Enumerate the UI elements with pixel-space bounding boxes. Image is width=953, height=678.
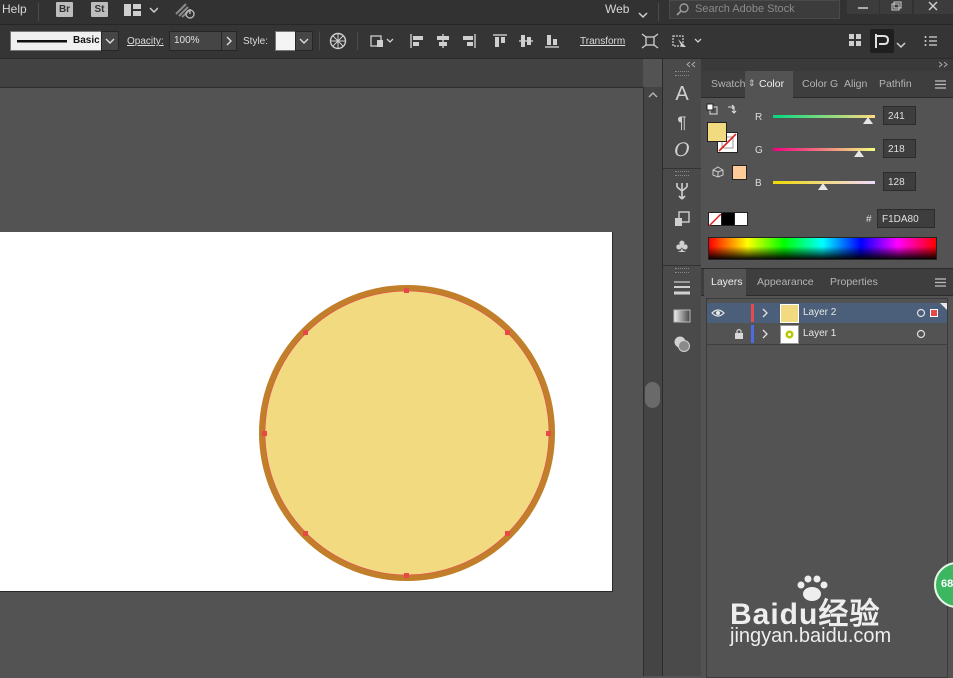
dock-grip[interactable] [675,71,689,76]
layer-name[interactable]: Layer 1 [803,328,836,339]
dock-grip[interactable] [675,268,689,273]
menu-separator [658,3,659,21]
color-panel-tabs: Swatch ⇕ Color Color G Align Pathfin [701,71,953,98]
isolate-object-icon[interactable] [641,33,659,54]
default-colors-icon[interactable] [706,103,718,115]
transparency-panel-icon[interactable] [673,335,691,353]
gradient-panel-icon[interactable] [673,308,691,324]
badge-count: 68 [941,578,953,590]
out-of-web-color-icon[interactable] [712,166,724,178]
tab-color[interactable]: Color [759,78,784,90]
control-menu-icon[interactable] [924,34,938,52]
lock-icon[interactable] [734,328,744,339]
collapse-dock-icon[interactable] [685,61,697,68]
tab-swatches[interactable]: Swatch [711,78,745,90]
restore-button[interactable] [880,0,912,14]
panel-icon-dock: A ¶ O ♣ [662,59,702,676]
anchor-point [546,431,551,436]
scroll-up-icon[interactable] [648,91,658,99]
anchor-point [404,288,409,293]
layer-row-layer-1[interactable]: Layer 1 [707,324,947,345]
layer-name[interactable]: Layer 2 [803,307,836,318]
anchor-point [505,330,510,335]
snap-to-pixel-button[interactable] [870,29,894,53]
r-slider-thumb[interactable] [863,117,873,125]
minimize-button[interactable] [847,0,879,14]
fill-swatch[interactable] [707,122,727,142]
search-icon [676,2,690,22]
g-label: G [755,145,763,156]
g-value-input[interactable]: 218 [883,139,916,158]
anchor-point [262,431,267,436]
target-circle-icon[interactable] [916,329,926,339]
stock-search-input[interactable]: Search Adobe Stock [669,0,840,19]
search-placeholder: Search Adobe Stock [695,3,795,15]
none-color-swatch[interactable] [708,212,722,227]
target-circle-icon[interactable] [916,308,926,318]
corner-indicator-icon [940,303,947,310]
dock-header [701,59,953,71]
layer-thumbnail [780,325,799,344]
panel-menu-icon[interactable] [935,80,946,89]
tab-appearance[interactable]: Appearance [757,276,814,288]
r-value-input[interactable]: 241 [883,106,916,125]
color-spectrum[interactable] [708,237,937,260]
chevron-right-icon[interactable] [761,308,769,318]
vertical-scrollbar[interactable] [643,87,662,676]
anchor-point [303,531,308,536]
dock-grip[interactable] [675,171,689,176]
layer-thumbnail [780,304,799,323]
character-panel-icon[interactable]: A [663,83,701,106]
tab-properties[interactable]: Properties [830,276,878,288]
tab-align[interactable]: Align [844,78,867,90]
artboards-panel-icon[interactable] [673,210,691,228]
chevron-down-icon[interactable] [896,36,906,54]
tab-sort-icon: ⇕ [748,78,756,88]
anchor-point [505,531,510,536]
selected-art-indicator[interactable] [930,309,938,317]
black-color-swatch[interactable] [721,212,735,226]
expand-dock-icon[interactable] [937,61,949,68]
scrollbar-thumb[interactable] [645,382,660,408]
chevron-right-icon[interactable] [761,329,769,339]
web-safe-swatch[interactable] [732,165,747,180]
anchor-point [303,330,308,335]
tab-layers[interactable]: Layers [711,276,743,288]
white-color-swatch[interactable] [734,212,748,226]
layer-color-bar [751,325,754,343]
hex-label: # [866,214,872,225]
stroke-panel-icon[interactable] [673,280,691,296]
b-label: B [755,178,762,189]
baidu-watermark: Baidu经验 jingyan.baidu.com [730,575,891,648]
visibility-eye-icon[interactable] [711,308,725,318]
paragraph-panel-icon[interactable]: ¶ [663,113,701,133]
opentype-panel-icon[interactable]: O [663,139,701,161]
dock-separator [663,265,701,266]
arrange-panels-icon[interactable] [848,33,862,52]
symbols-panel-icon[interactable]: ♣ [663,236,701,258]
layer-row-layer-2[interactable]: Layer 2 [707,303,947,323]
hex-value-input[interactable]: F1DA80 [877,209,935,228]
watermark-brand: Baidu经验 [730,598,881,631]
layer-color-bar [751,304,754,322]
layers-panel-tabs: Layers Appearance Properties [701,268,953,296]
tab-color-guide[interactable]: Color G [802,78,838,90]
g-slider-thumb[interactable] [854,150,864,158]
b-slider-thumb[interactable] [818,183,828,191]
r-label: R [755,112,763,123]
swap-colors-icon[interactable] [726,103,738,115]
r-slider-track[interactable] [773,115,875,118]
puppet-pins-icon[interactable] [673,181,691,201]
puppet-warp-icon[interactable] [671,33,705,54]
panel-menu-icon[interactable] [935,278,946,287]
tab-pathfinder[interactable]: Pathfin [879,78,912,90]
anchor-point [404,573,409,578]
dock-separator [663,168,701,169]
b-value-input[interactable]: 128 [883,172,916,191]
close-button[interactable] [914,0,953,14]
artwork-layer [259,285,555,581]
